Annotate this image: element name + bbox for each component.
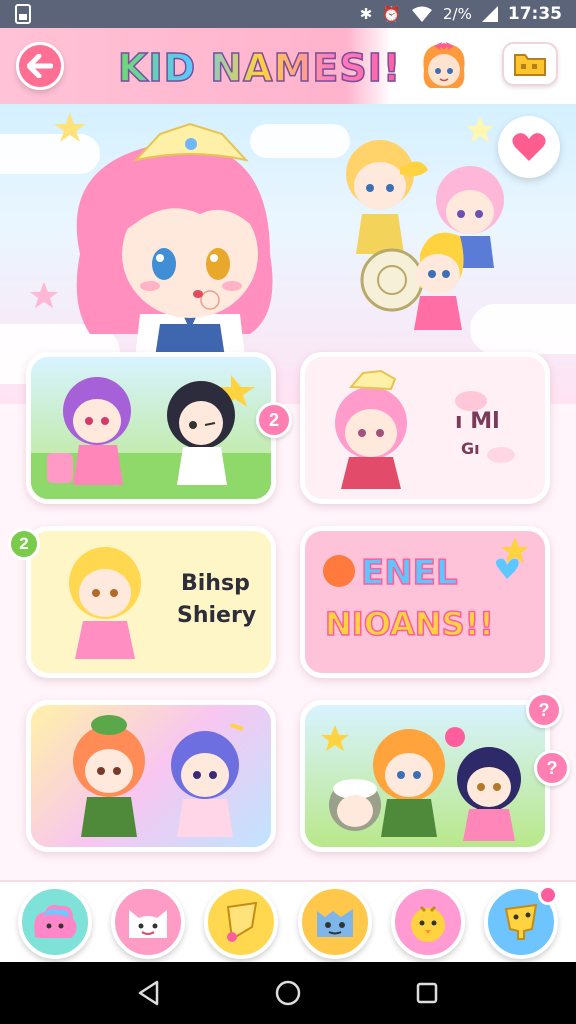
blob-icon (33, 904, 77, 938)
card-6-badge-top: ? (526, 692, 562, 728)
name-card-3[interactable]: Bihsp Shiery (26, 526, 276, 678)
name-card-4[interactable]: ENEL NIOANS!! (300, 526, 550, 678)
back-triangle-icon (139, 980, 159, 1006)
favorite-button[interactable] (498, 116, 560, 178)
card-4-label-1: ENEL (360, 552, 458, 594)
name-card-5[interactable] (26, 700, 276, 852)
arrow-left-icon (27, 54, 53, 78)
card-1-illustration (31, 375, 271, 499)
bottom-toolbar (0, 880, 576, 962)
home-circle-icon (275, 980, 301, 1006)
recents-square-icon (416, 982, 437, 1004)
nav-home-button[interactable] (268, 973, 308, 1013)
nav-back-button[interactable] (129, 973, 169, 1013)
card-3-illustration (69, 547, 141, 659)
toolbar-button-5[interactable] (390, 885, 465, 959)
folder-icon (514, 54, 546, 76)
toolbar-button-1[interactable] (17, 885, 92, 959)
mascot-avatar[interactable] (412, 34, 476, 98)
name-card-6[interactable] (300, 700, 550, 852)
signal-icon (481, 6, 498, 22)
card-2-label-2: Gı (461, 439, 480, 458)
card-2-label-1: ı Ml (455, 409, 500, 434)
app-title: KID NAMESI! (117, 45, 402, 91)
heart-icon (512, 133, 546, 161)
chick-icon (410, 905, 445, 942)
toolbar-button-3[interactable] (204, 885, 279, 959)
nav-recents-button[interactable] (407, 973, 447, 1013)
card-2-illustration (335, 369, 515, 489)
toolbar-button-6[interactable] (484, 885, 559, 959)
cat-face-icon (128, 910, 167, 938)
notification-dot (538, 885, 559, 905)
card-1-badge: 2 (256, 402, 292, 438)
toolbar-button-4[interactable] (297, 885, 372, 959)
toolbar-button-2[interactable] (110, 885, 185, 959)
card-5-illustration (73, 715, 244, 837)
card-3-label-2: Shiery (177, 603, 257, 628)
card-3-badge: 2 (8, 528, 40, 560)
sim-icon (15, 4, 31, 24)
card-6-illustration (321, 725, 521, 841)
card-4-label-2: NIOANS!! (324, 604, 494, 644)
app-header: KID NAMESI! (0, 28, 576, 104)
card-3-label-1: Bihsp (181, 571, 250, 596)
monster-icon (316, 909, 353, 937)
star-icon (227, 901, 258, 942)
folder-button[interactable] (502, 42, 558, 86)
signal-text: 2/% (443, 5, 472, 23)
status-bar: ✱ ⏰ 2/% 17:35 (0, 0, 576, 28)
name-card-2[interactable]: ı Ml Gı (300, 352, 550, 504)
card-6-badge-side: ? (534, 750, 570, 786)
wifi-icon (412, 6, 433, 22)
system-nav-bar (0, 962, 576, 1024)
back-button[interactable] (16, 42, 64, 90)
clock: 17:35 (507, 4, 562, 24)
name-card-1[interactable] (26, 352, 276, 504)
bluetooth-icon: ✱ (359, 5, 373, 23)
cheese-icon (505, 903, 538, 940)
alarm-icon: ⏰ (382, 5, 402, 23)
